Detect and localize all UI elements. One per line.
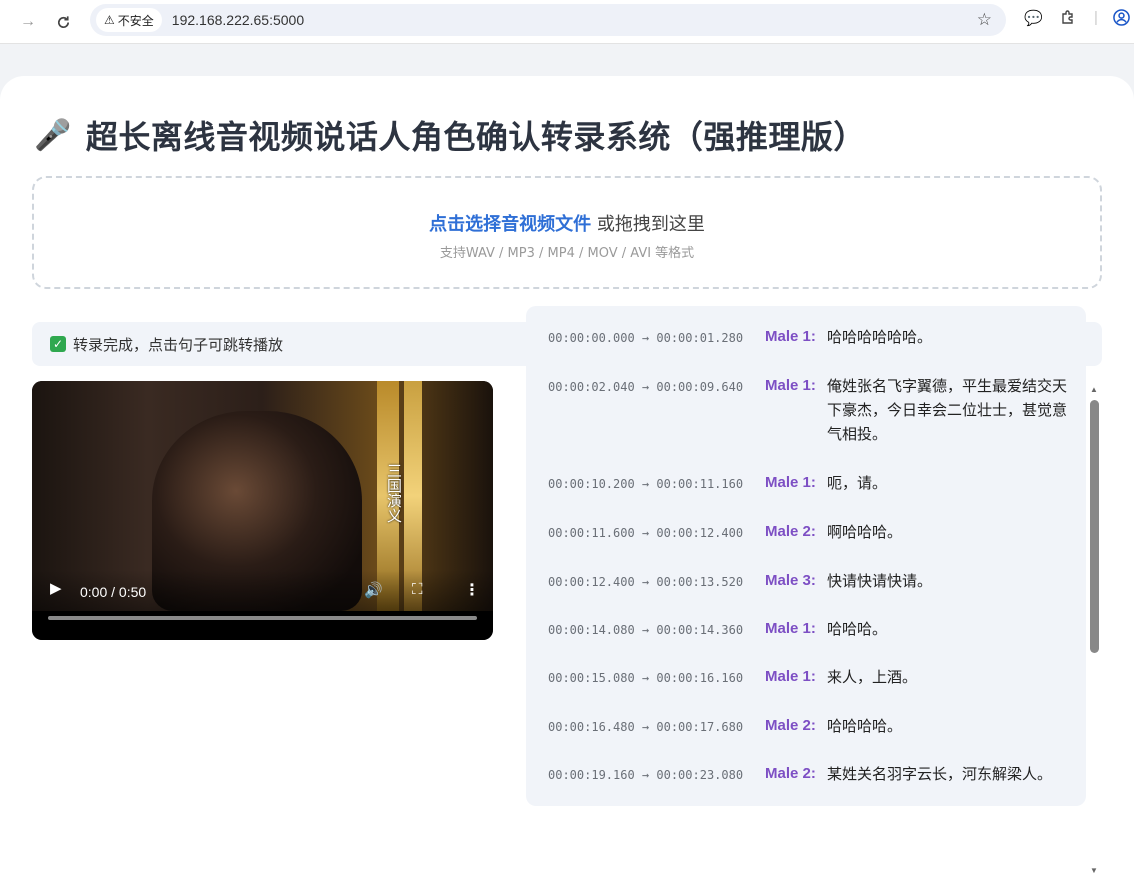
segment-time: 00:00:11.600 → 00:00:12.400 — [548, 526, 744, 540]
segment-speaker: Male 3: — [765, 572, 816, 589]
segment-speaker: Male 1: — [765, 377, 816, 394]
transcript-row[interactable]: 00:00:10.200 → 00:00:11.160 Male 1: 呃，请。 — [548, 474, 1067, 495]
profile-avatar-icon[interactable] — [1113, 9, 1130, 30]
segment-speaker: Male 2: — [765, 523, 816, 540]
toolbar-divider: | — [1094, 9, 1098, 26]
more-options-icon[interactable]: ⋮ — [464, 580, 480, 600]
segment-speaker: Male 2: — [765, 717, 816, 734]
browser-toolbar: → ⚠ 不安全 192.168.222.65:5000 ☆ 💬 | — [0, 0, 1134, 44]
drag-hint: 或拖拽到这里 — [591, 214, 705, 235]
scroll-down-arrow-icon[interactable]: ▼ — [1090, 866, 1098, 875]
scroll-up-arrow-icon[interactable]: ▲ — [1090, 385, 1098, 394]
video-subtitle: 三国演义 — [385, 463, 403, 523]
fullscreen-icon[interactable]: ⛶ — [412, 581, 423, 598]
select-file-link[interactable]: 点击选择音视频文件 — [429, 214, 591, 235]
segment-speaker: Male 1: — [765, 668, 816, 685]
segment-text: 呃，请。 — [827, 474, 888, 492]
page-title: 🎤 超长离线音视频说话人角色确认转录系统（强推理版） — [34, 112, 866, 158]
segment-time: 00:00:00.000 → 00:00:01.280 — [548, 331, 744, 345]
segment-time: 00:00:10.200 → 00:00:11.160 — [548, 477, 744, 491]
video-player[interactable]: 三国演义 ▶ 0:00 / 0:50 🔊 ⛶ ⋮ — [32, 381, 493, 640]
extensions-puzzle-icon[interactable] — [1060, 9, 1076, 29]
transcript-panel[interactable]: 00:00:00.000 → 00:00:01.280 Male 1: 哈哈哈哈… — [526, 306, 1086, 806]
transcript-row[interactable]: 00:00:14.080 → 00:00:14.360 Male 1: 哈哈哈。 — [548, 620, 1067, 641]
segment-text: 某姓关名羽字云长，河东解梁人。 — [827, 765, 1053, 783]
warning-icon: ⚠ — [104, 13, 115, 27]
segment-speaker: Male 1: — [765, 474, 816, 491]
bookmark-star-icon[interactable]: ☆ — [977, 10, 992, 30]
url-text[interactable]: 192.168.222.65:5000 — [172, 12, 304, 28]
transcript-row[interactable]: 00:00:02.040 → 00:00:09.640 Male 1: 俺姓张名… — [548, 377, 1067, 446]
segment-speaker: Male 2: — [765, 765, 816, 782]
page-title-text: 超长离线音视频说话人角色确认转录系统（强推理版） — [85, 118, 866, 156]
segment-speaker: Male 1: — [765, 620, 816, 637]
address-bar[interactable]: ⚠ 不安全 192.168.222.65:5000 ☆ — [90, 4, 1006, 36]
transcript-row[interactable]: 00:00:15.080 → 00:00:16.160 Male 1: 来人，上… — [548, 668, 1067, 689]
segment-text: 快请快请快请。 — [827, 572, 933, 590]
segment-time: 00:00:12.400 → 00:00:13.520 — [548, 575, 744, 589]
supported-formats: 支持WAV / MP3 / MP4 / MOV / AVI 等格式 — [439, 246, 695, 261]
volume-icon[interactable]: 🔊 — [364, 581, 383, 599]
check-icon: ✓ — [50, 336, 66, 352]
play-icon[interactable]: ▶ — [50, 579, 62, 597]
back-arrow-icon[interactable]: → — [10, 4, 46, 40]
video-controls — [32, 570, 493, 640]
video-progress-bar[interactable] — [48, 616, 477, 620]
segment-text: 俺姓张名飞字翼德，平生最爱结交天下豪杰，今日幸会二位壮士，甚觉意气相投。 — [827, 377, 1068, 443]
transcript-scrollbar-thumb[interactable] — [1090, 400, 1099, 653]
segment-time: 00:00:14.080 → 00:00:14.360 — [548, 623, 744, 637]
segment-time: 00:00:19.160 → 00:00:23.080 — [548, 768, 744, 782]
segment-time: 00:00:15.080 → 00:00:16.160 — [548, 671, 744, 685]
segment-text: 哈哈哈哈哈哈。 — [827, 328, 933, 346]
transcript-row[interactable]: 00:00:16.480 → 00:00:17.680 Male 2: 哈哈哈哈… — [548, 717, 1067, 738]
transcript-row[interactable]: 00:00:00.000 → 00:00:01.280 Male 1: 哈哈哈哈… — [548, 328, 1067, 349]
segment-text: 来人，上酒。 — [827, 668, 918, 686]
transcript-row[interactable]: 00:00:11.600 → 00:00:12.400 Male 2: 啊哈哈哈… — [548, 523, 1067, 544]
reload-icon[interactable] — [45, 4, 81, 40]
transcript-row[interactable]: 00:00:12.400 → 00:00:13.520 Male 3: 快请快请… — [548, 572, 1067, 593]
transcript-row[interactable]: 00:00:19.160 → 00:00:23.080 Male 2: 某姓关名… — [548, 765, 1086, 786]
security-label: 不安全 — [117, 13, 154, 28]
status-text: 转录完成，点击句子可跳转播放 — [73, 335, 284, 354]
segment-speaker: Male 1: — [765, 328, 816, 345]
security-chip[interactable]: ⚠ 不安全 — [96, 8, 162, 32]
segment-text: 啊哈哈哈。 — [827, 523, 903, 541]
video-time: 0:00 / 0:50 — [80, 584, 147, 600]
chat-bubble-icon[interactable]: 💬 — [1024, 9, 1043, 27]
segment-text: 哈哈哈哈。 — [827, 717, 903, 735]
segment-time: 00:00:16.480 → 00:00:17.680 — [548, 720, 744, 734]
dropzone-instructions: 点击选择音视频文件 或拖拽到这里 — [34, 210, 1100, 236]
segment-time: 00:00:02.040 → 00:00:09.640 — [548, 380, 744, 394]
file-dropzone[interactable]: 点击选择音视频文件 或拖拽到这里 支持WAV / MP3 / MP4 / MOV… — [32, 176, 1102, 289]
microphone-icon: 🎤 — [34, 117, 72, 153]
segment-text: 哈哈哈。 — [827, 620, 888, 638]
